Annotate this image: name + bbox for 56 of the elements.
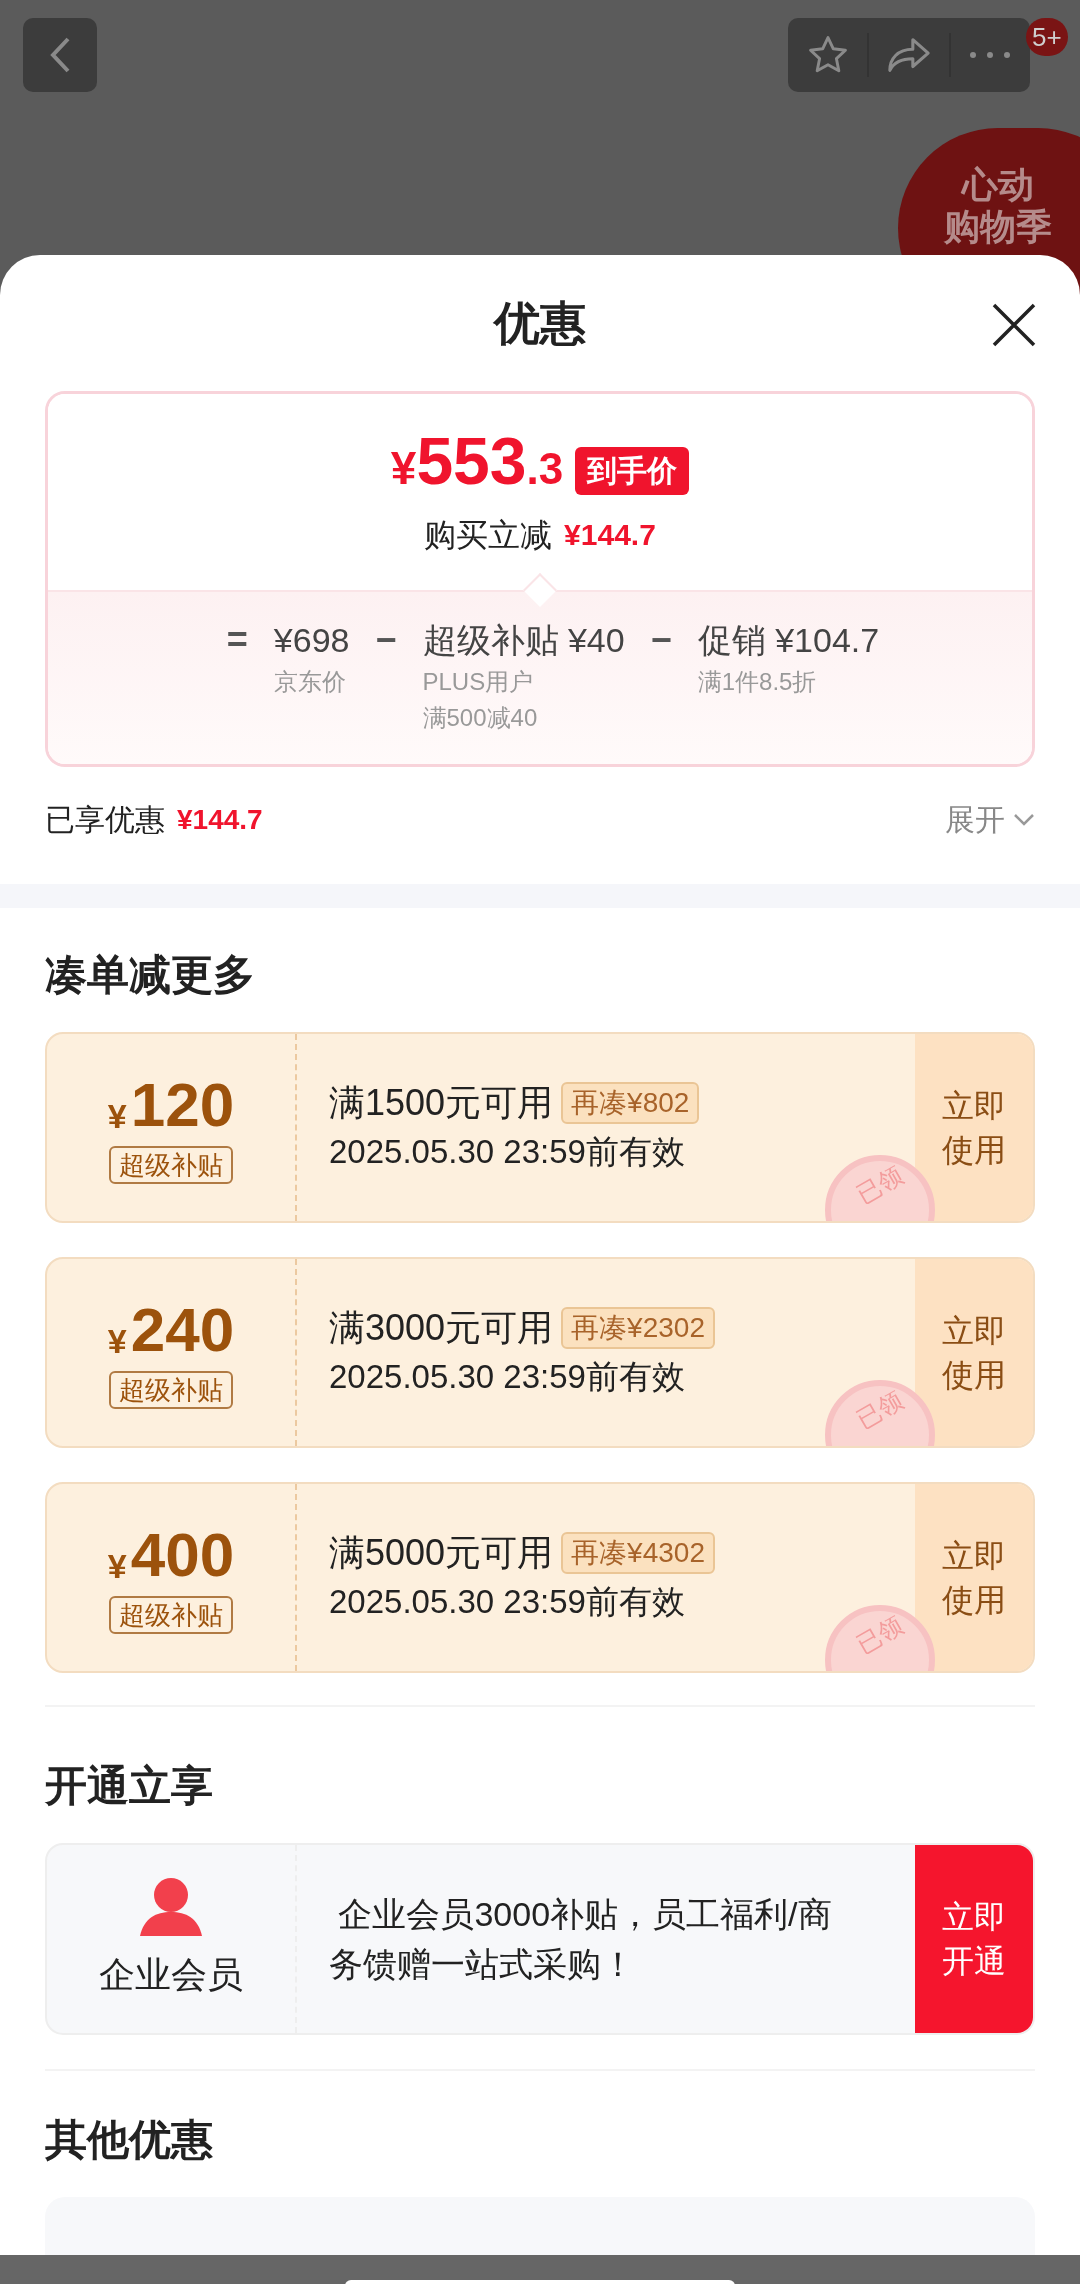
price-component-note: 满1件8.5折: [697, 667, 818, 697]
person-icon: [138, 1876, 204, 1936]
coupon-validity: 2025.05.30 23:59前有效: [329, 1131, 686, 1172]
coupon-tag: 超级补贴: [109, 1595, 233, 1634]
more-icon: [969, 51, 1012, 59]
back-button[interactable]: [23, 18, 97, 92]
coupon-validity: 2025.05.30 23:59前有效: [329, 1581, 686, 1622]
close-icon: [992, 303, 1036, 347]
saving-amount: ¥144.7: [564, 517, 656, 553]
price-component-note: 京东价: [273, 667, 347, 697]
coupon-amount: 120: [130, 1071, 235, 1138]
price-component-note: PLUS用户: [422, 667, 535, 697]
use-now-button[interactable]: 立即 使用: [915, 1259, 1033, 1446]
enjoyed-discount-label: 已享优惠: [45, 802, 165, 838]
expand-toggle[interactable]: 展开: [945, 797, 1035, 842]
coupon-condition: 满3000元可用: [329, 1305, 554, 1350]
back-icon: [48, 35, 72, 75]
price-component: 超级补贴 ¥40: [422, 620, 625, 661]
sheet-title: 优惠: [494, 295, 586, 351]
use-now-button[interactable]: 立即 使用: [915, 1034, 1033, 1221]
price-component: 促销 ¥104.7: [697, 620, 880, 661]
saving-label: 购买立减: [424, 515, 553, 555]
final-price-tag: 到手价: [575, 446, 690, 495]
currency-sign: ¥: [107, 1320, 127, 1362]
price-component-note: 满500减40: [422, 703, 539, 733]
claimed-stamp: 已领: [825, 1605, 935, 1671]
section-title: 凑单减更多: [45, 949, 255, 1000]
use-now-button[interactable]: 立即 使用: [915, 1484, 1033, 1671]
coupon-validity: 2025.05.30 23:59前有效: [329, 1356, 686, 1397]
remaining-amount-tag: 再凑¥802: [561, 1081, 700, 1124]
remaining-amount-tag: 再凑¥2302: [561, 1306, 715, 1349]
operator-sign: −: [650, 618, 672, 662]
currency-sign: ¥: [107, 1545, 127, 1587]
price-component: ¥698: [273, 620, 350, 661]
message-count-badge: 5+: [1026, 18, 1068, 56]
coupon-amount: 400: [130, 1521, 235, 1588]
remaining-amount-tag: 再凑¥4302: [561, 1531, 715, 1574]
currency-sign: ¥: [107, 1095, 127, 1137]
operator-sign: −: [375, 618, 397, 662]
coupon-condition: 满5000元可用: [329, 1530, 554, 1575]
membership-name: 企业会员: [99, 1953, 243, 1997]
coupon-tag: 超级补贴: [109, 1145, 233, 1184]
activate-now-button[interactable]: 立即 开通: [915, 1845, 1033, 2033]
chevron-icon: [1013, 812, 1035, 827]
coupon-condition: 满1500元可用: [329, 1080, 554, 1125]
coupon-tag: 超级补贴: [109, 1370, 233, 1409]
final-price: ¥553.3: [390, 425, 564, 500]
share-icon: [886, 35, 932, 75]
section-title: 其他优惠: [45, 2114, 213, 2165]
enjoyed-discount-amount: ¥144.7: [177, 802, 263, 837]
claimed-stamp: 已领: [825, 1155, 935, 1221]
section-title: 开通立享: [45, 1760, 213, 1811]
claimed-stamp: 已领: [825, 1380, 935, 1446]
coupon-amount: 240: [130, 1296, 235, 1363]
operator-sign: =: [226, 618, 248, 662]
membership-description: 企业会员3000补贴，员工福利/商务馈赠一站式采购！: [329, 1894, 833, 1985]
